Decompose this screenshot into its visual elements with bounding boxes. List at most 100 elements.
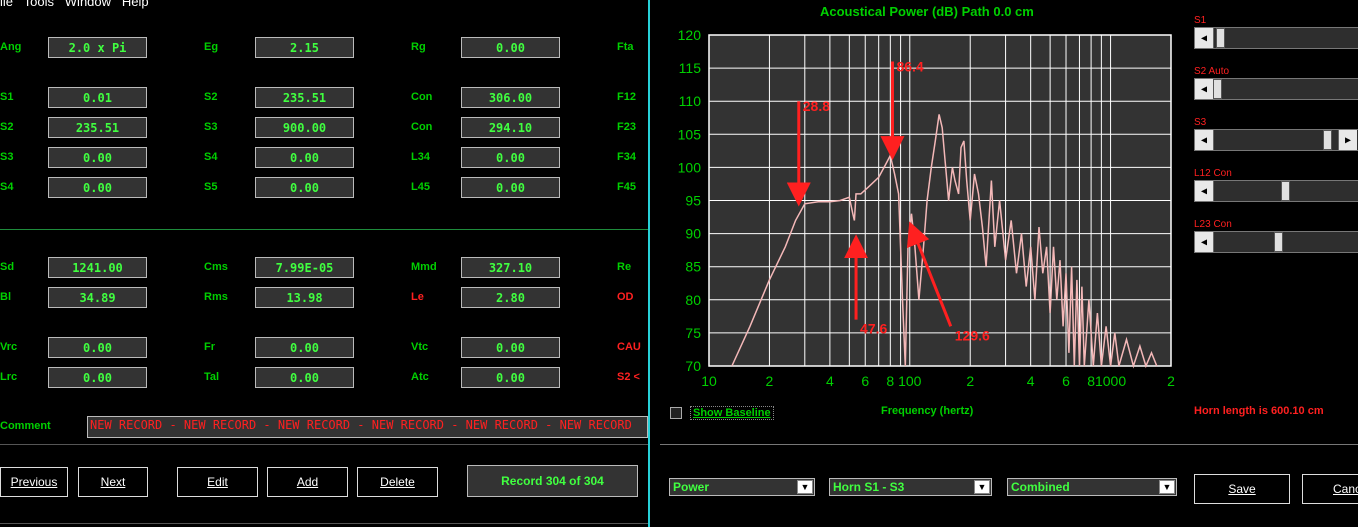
show-baseline-checkbox[interactable] bbox=[670, 407, 682, 419]
y-tick-label: 70 bbox=[685, 358, 701, 374]
slider-label: S2 Auto bbox=[1194, 66, 1230, 77]
menu-bar[interactable]: ile Tools Window Help bbox=[0, 0, 149, 9]
param-label: S2 bbox=[204, 91, 218, 103]
param-field[interactable]: 1241.00 bbox=[48, 257, 147, 278]
param-label: Atc bbox=[411, 371, 429, 383]
slider-thumb[interactable] bbox=[1216, 28, 1226, 48]
param-field[interactable]: 0.00 bbox=[255, 367, 354, 388]
slider[interactable]: ◀ bbox=[1194, 231, 1358, 253]
param-label: Cms bbox=[204, 261, 228, 273]
chart-title: Acoustical Power (dB) Path 0.0 cm bbox=[820, 4, 1034, 19]
param-field[interactable]: 0.00 bbox=[461, 37, 560, 58]
param-field[interactable]: 0.00 bbox=[48, 367, 147, 388]
slider-thumb[interactable] bbox=[1323, 130, 1332, 150]
x-tick-label: 6 bbox=[1062, 373, 1070, 389]
show-baseline-label[interactable]: Show Baseline bbox=[690, 406, 774, 420]
chevron-down-icon[interactable]: ▼ bbox=[1159, 480, 1175, 494]
param-label: Vrc bbox=[0, 341, 18, 353]
param-field[interactable]: 13.98 bbox=[255, 287, 354, 308]
param-field[interactable]: 0.00 bbox=[461, 367, 560, 388]
previous-button[interactable]: Previous bbox=[0, 467, 68, 497]
param-label: S2 < bbox=[617, 371, 640, 383]
y-tick-label: 90 bbox=[685, 226, 701, 242]
param-field[interactable]: 235.51 bbox=[255, 87, 354, 108]
cancel-button[interactable]: Canc bbox=[1302, 474, 1358, 504]
slider-label: L23 Con bbox=[1194, 219, 1232, 230]
param-label: Re bbox=[617, 261, 632, 273]
slider[interactable]: ◀ bbox=[1194, 27, 1358, 49]
param-label: L45 bbox=[411, 181, 430, 193]
output-dropdown[interactable]: Combined ▼ bbox=[1007, 478, 1177, 496]
param-field[interactable]: 294.10 bbox=[461, 117, 560, 138]
slider[interactable]: ◀ bbox=[1194, 78, 1358, 100]
panel-divider bbox=[648, 0, 650, 527]
param-field[interactable]: 2.0 x Pi bbox=[48, 37, 147, 58]
param-field[interactable]: 235.51 bbox=[48, 117, 147, 138]
param-field[interactable]: 900.00 bbox=[255, 117, 354, 138]
annotation-label: 129.6 bbox=[955, 327, 990, 343]
chevron-down-icon[interactable]: ▼ bbox=[797, 480, 813, 494]
param-label: Vtc bbox=[411, 341, 429, 353]
param-field[interactable]: 0.00 bbox=[48, 177, 147, 198]
x-tick-label: 8 bbox=[886, 373, 894, 389]
param-label: S3 bbox=[0, 151, 14, 163]
y-tick-label: 80 bbox=[685, 292, 701, 308]
range-dropdown[interactable]: Horn S1 - S3 ▼ bbox=[829, 478, 992, 496]
slider-thumb[interactable] bbox=[1281, 181, 1291, 201]
y-tick-label: 105 bbox=[678, 126, 702, 142]
param-field[interactable]: 2.15 bbox=[255, 37, 354, 58]
x-tick-label: 1000 bbox=[1095, 373, 1126, 389]
comment-field[interactable]: NEW RECORD - NEW RECORD - NEW RECORD - N… bbox=[87, 416, 648, 438]
right-footer-divider bbox=[660, 444, 1358, 445]
x-tick-label: 6 bbox=[861, 373, 869, 389]
param-field[interactable]: 306.00 bbox=[461, 87, 560, 108]
param-field[interactable]: 0.00 bbox=[255, 337, 354, 358]
param-label: Mmd bbox=[411, 261, 437, 273]
save-button[interactable]: Save bbox=[1194, 474, 1290, 504]
param-label: S3 bbox=[204, 121, 218, 133]
mode-dropdown[interactable]: Power ▼ bbox=[669, 478, 815, 496]
chevron-left-icon[interactable]: ◀ bbox=[1195, 79, 1214, 99]
y-tick-label: 120 bbox=[678, 27, 702, 43]
slider[interactable]: ◀ bbox=[1194, 180, 1358, 202]
chevron-left-icon[interactable]: ◀ bbox=[1195, 181, 1214, 201]
param-field[interactable]: 0.00 bbox=[48, 147, 147, 168]
param-field[interactable]: 0.00 bbox=[461, 337, 560, 358]
param-field[interactable]: 0.01 bbox=[48, 87, 147, 108]
chevron-down-icon[interactable]: ▼ bbox=[974, 480, 990, 494]
param-field[interactable]: 327.10 bbox=[461, 257, 560, 278]
slider-thumb[interactable] bbox=[1273, 232, 1283, 252]
param-field[interactable]: 0.00 bbox=[461, 177, 560, 198]
param-field[interactable]: 0.00 bbox=[255, 147, 354, 168]
param-field[interactable]: 0.00 bbox=[461, 147, 560, 168]
delete-button[interactable]: Delete bbox=[357, 467, 438, 497]
edit-button[interactable]: Edit bbox=[177, 467, 258, 497]
param-label: Tal bbox=[204, 371, 220, 383]
param-label: Eg bbox=[204, 41, 219, 53]
chevron-right-icon[interactable]: ▶ bbox=[1338, 130, 1357, 150]
y-tick-label: 115 bbox=[679, 60, 702, 76]
param-field[interactable]: 0.00 bbox=[48, 337, 147, 358]
y-tick-label: 85 bbox=[685, 259, 701, 275]
next-button[interactable]: Next bbox=[78, 467, 148, 497]
chevron-left-icon[interactable]: ◀ bbox=[1195, 28, 1214, 48]
slider-label: S3 bbox=[1194, 117, 1207, 128]
param-field[interactable]: 34.89 bbox=[48, 287, 147, 308]
param-field[interactable]: 0.00 bbox=[255, 177, 354, 198]
slider-thumb[interactable] bbox=[1213, 79, 1222, 99]
param-label: F45 bbox=[617, 181, 636, 193]
chevron-left-icon[interactable]: ◀ bbox=[1195, 130, 1214, 150]
output-dropdown-value: Combined bbox=[1011, 480, 1070, 494]
annotation-label: 86.4 bbox=[896, 58, 923, 74]
horn-length-text: Horn length is 600.10 cm bbox=[1194, 405, 1324, 417]
param-field[interactable]: 7.99E-05 bbox=[255, 257, 354, 278]
add-button[interactable]: Add bbox=[267, 467, 348, 497]
param-label: Le bbox=[411, 291, 424, 303]
param-label: CAU bbox=[617, 341, 641, 353]
x-tick-label: 4 bbox=[826, 373, 834, 389]
slider[interactable]: ◀ ▶ bbox=[1194, 129, 1358, 151]
param-label: Con bbox=[411, 121, 433, 133]
slider-label: S1 bbox=[1194, 15, 1207, 26]
param-field[interactable]: 2.80 bbox=[461, 287, 560, 308]
chevron-left-icon[interactable]: ◀ bbox=[1195, 232, 1214, 252]
